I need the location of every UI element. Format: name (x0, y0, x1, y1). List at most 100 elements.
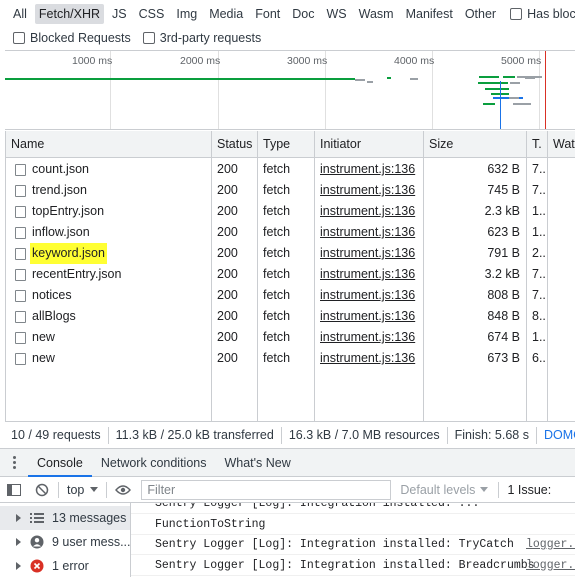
filter-type-wasm[interactable]: Wasm (355, 4, 398, 24)
filter-type-fetch-xhr[interactable]: Fetch/XHR (34, 3, 105, 24)
checkbox-box[interactable] (142, 32, 155, 44)
time-value: 6... (532, 351, 547, 365)
third-party-requests-checkbox[interactable]: 3rd-party requests (142, 31, 261, 45)
initiator-value[interactable]: instrument.js:136 (320, 246, 415, 260)
size-cell: 623 B (424, 222, 526, 243)
initiator-value[interactable]: instrument.js:136 (320, 183, 415, 197)
file-icon (15, 311, 26, 323)
filter-type-font[interactable]: Font (251, 4, 284, 24)
console-message: Sentry Logger [Log]: Integration install… (131, 534, 575, 555)
filter-type-ws[interactable]: WS (322, 4, 350, 24)
live-expression-eye-icon[interactable] (109, 477, 137, 502)
table-row[interactable]: new 200 fetch instrument.js:136 673 B 6... (6, 348, 575, 369)
network-overview-timeline[interactable]: 1000 ms 2000 ms 3000 ms 4000 ms 5000 ms (5, 50, 575, 130)
time-cell: 8... (527, 306, 547, 327)
time-cell: 1... (527, 222, 547, 243)
sidebar-item-error[interactable]: 1 error (0, 554, 130, 577)
message-source-link[interactable]: logger.t (526, 534, 575, 555)
name-cell: trend.json (6, 180, 211, 201)
log-levels-dropdown[interactable]: Default levels (400, 483, 489, 497)
more-tools-icon[interactable] (0, 449, 28, 476)
table-row[interactable]: topEntry.json 200 fetch instrument.js:136 2.… (6, 201, 575, 222)
filter-type-manifest[interactable]: Manifest (402, 4, 457, 24)
name-cell: count.json (6, 159, 211, 180)
table-row[interactable]: notices 200 fetch instrument.js:136 808 B 7..… (6, 285, 575, 306)
column-header-initiator[interactable]: Initiator (315, 131, 424, 158)
checkbox-box[interactable] (510, 7, 523, 20)
table-row[interactable]: new 200 fetch instrument.js:136 674 B 1... (6, 327, 575, 348)
time-cell: 7... (527, 264, 547, 285)
column-header-wate[interactable]: Wate (548, 131, 575, 158)
expand-arrow-icon[interactable] (16, 514, 21, 522)
time-cell: 7... (527, 180, 547, 201)
issues-counter[interactable]: 1 Issue: (498, 481, 551, 498)
initiator-value[interactable]: instrument.js:136 (320, 225, 415, 239)
status-value: 200 (217, 246, 238, 260)
filter-type-other[interactable]: Other (461, 4, 500, 24)
sidebar-item-list[interactable]: 13 messages (0, 506, 130, 530)
timeline-tick-label: 5000 ms (501, 55, 542, 67)
initiator-value[interactable]: instrument.js:136 (320, 204, 415, 218)
type-value: fetch (263, 309, 291, 323)
message-text: Sentry Logger [Log]: Integration install… (155, 558, 535, 572)
filter-type-doc[interactable]: Doc (288, 4, 318, 24)
filter-type-js[interactable]: JS (108, 4, 131, 24)
type-cell: fetch (258, 201, 314, 222)
load-event-marker (545, 51, 546, 129)
filter-type-img[interactable]: Img (172, 4, 201, 24)
column-header-type[interactable]: Type (258, 131, 315, 158)
table-row[interactable]: keyword.json 200 fetch instrument.js:136 791… (6, 243, 575, 264)
context-selector[interactable]: top (61, 483, 104, 497)
size-value: 673 B (487, 351, 520, 365)
table-row[interactable]: inflow.json 200 fetch instrument.js:136 623 … (6, 222, 575, 243)
name-cell: allBlogs (6, 306, 211, 327)
size-cell: 791 B (424, 243, 526, 264)
filter-type-css[interactable]: CSS (135, 4, 169, 24)
expand-arrow-icon[interactable] (16, 538, 21, 546)
time-cell: 2... (527, 243, 547, 264)
request-name: topEntry.json (32, 204, 105, 218)
request-timing-bar (5, 78, 355, 80)
checkbox-box[interactable] (13, 32, 25, 44)
request-name: new (32, 330, 55, 344)
table-row[interactable]: recentEntry.json 200 fetch instrument.js:13… (6, 264, 575, 285)
console-filter-input[interactable]: Filter (141, 479, 392, 500)
type-cell: fetch (258, 159, 314, 180)
initiator-value[interactable]: instrument.js:136 (320, 162, 415, 176)
column-header-status[interactable]: Status (212, 131, 258, 158)
requests-table: NameStatusTypeInitiatorSizeT.Wate count.… (5, 131, 575, 421)
status-cell: 200 (212, 243, 257, 264)
blocked-requests-checkbox[interactable]: Blocked Requests (13, 31, 131, 45)
column-header-size[interactable]: Size (424, 131, 527, 158)
request-name: inflow.json (32, 225, 90, 239)
message-source-link[interactable]: logger.t (526, 555, 575, 576)
initiator-value[interactable]: instrument.js:136 (320, 288, 415, 302)
filter-type-media[interactable]: Media (205, 4, 247, 24)
drawer-tab-bar: Console Network conditions What's New (0, 449, 575, 477)
table-row[interactable]: allBlogs 200 fetch instrument.js:136 848 B 8.… (6, 306, 575, 327)
table-row[interactable]: trend.json 200 fetch instrument.js:136 745 B… (6, 180, 575, 201)
tab-network-conditions[interactable]: Network conditions (92, 449, 216, 476)
type-cell: fetch (258, 327, 314, 348)
has-blocked-cookies-checkbox[interactable]: Has blocked cookies (510, 7, 575, 21)
clear-console-icon[interactable] (28, 477, 56, 502)
column-header-name[interactable]: Name (6, 131, 212, 158)
size-value: 674 B (487, 330, 520, 344)
column-header-t[interactable]: T. (527, 131, 548, 158)
size-cell: 632 B (424, 159, 526, 180)
filter-type-all[interactable]: All (9, 4, 31, 24)
table-row[interactable]: count.json 200 fetch instrument.js:136 632 B… (6, 159, 575, 180)
sidebar-toggle-icon[interactable] (0, 477, 28, 502)
user-icon (30, 535, 44, 549)
initiator-cell: instrument.js:136 (315, 348, 423, 369)
initiator-cell: instrument.js:136 (315, 159, 423, 180)
sidebar-item-user[interactable]: 9 user mess... (0, 530, 130, 554)
tab-console[interactable]: Console (28, 449, 92, 477)
request-name: notices (32, 288, 72, 302)
initiator-value[interactable]: instrument.js:136 (320, 330, 415, 344)
initiator-value[interactable]: instrument.js:136 (320, 267, 415, 281)
initiator-value[interactable]: instrument.js:136 (320, 309, 415, 323)
initiator-value[interactable]: instrument.js:136 (320, 351, 415, 365)
tab-whats-new[interactable]: What's New (215, 449, 299, 476)
expand-arrow-icon[interactable] (16, 562, 21, 570)
